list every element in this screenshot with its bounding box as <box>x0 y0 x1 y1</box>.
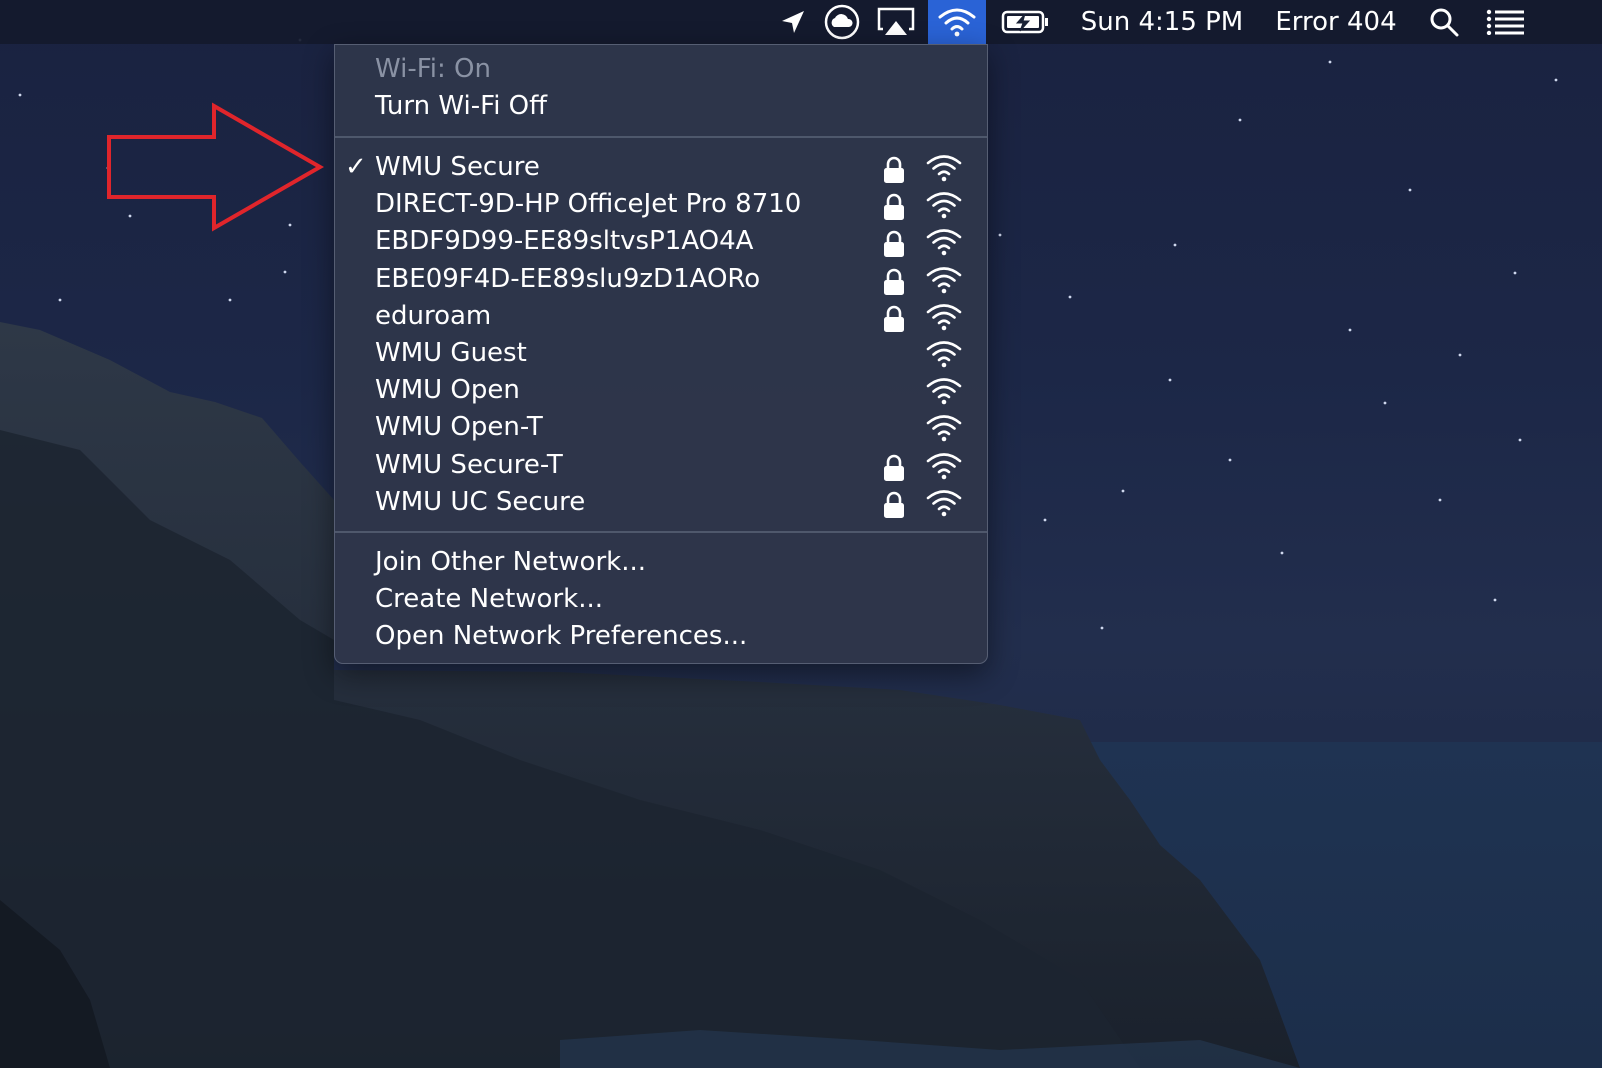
network-name-label: WMU UC Secure <box>375 486 586 517</box>
open-network-preferences-label: Open Network Preferences... <box>375 621 748 651</box>
turn-wifi-off-item[interactable]: Turn Wi-Fi Off <box>335 88 987 125</box>
network-item[interactable]: ✓ WMU Secure <box>335 149 987 186</box>
lock-icon <box>883 305 905 337</box>
wifi-status-label: Wi-Fi: On <box>375 54 491 84</box>
lock-icon <box>883 268 905 300</box>
clock[interactable]: Sun 4:15 PM <box>1076 0 1248 44</box>
network-name-label: EBDF9D99-EE89sltvsP1AO4A <box>375 226 754 257</box>
wifi-signal-icon <box>925 489 963 521</box>
network-name-label: EBE09F4D-EE89slu9zD1AORo <box>375 263 761 294</box>
lock-icon <box>883 491 905 523</box>
wifi-status-item: Wi-Fi: On <box>335 51 987 88</box>
wifi-signal-icon <box>925 154 963 186</box>
join-other-network-label: Join Other Network... <box>375 547 646 577</box>
network-name-label: WMU Open-T <box>375 412 543 443</box>
wifi-icon[interactable] <box>928 0 986 44</box>
join-other-network-item[interactable]: Join Other Network... <box>335 544 987 581</box>
cloud-sync-icon[interactable] <box>822 0 862 44</box>
network-name-label: WMU Secure-T <box>375 449 563 480</box>
network-name-label: WMU Secure <box>375 152 540 182</box>
network-item[interactable]: EBE09F4D-EE89slu9zD1AORo <box>335 261 987 298</box>
network-item[interactable]: WMU Secure-T <box>335 447 987 484</box>
network-item[interactable]: WMU Guest <box>335 335 987 372</box>
create-network-item[interactable]: Create Network... <box>335 581 987 618</box>
wifi-signal-icon <box>925 340 963 372</box>
open-network-preferences-item[interactable]: Open Network Preferences... <box>335 618 987 655</box>
wifi-signal-icon <box>925 191 963 223</box>
network-item[interactable]: WMU Open <box>335 372 987 409</box>
wifi-signal-icon <box>925 377 963 409</box>
network-item[interactable]: EBDF9D99-EE89sltvsP1AO4A <box>335 223 987 260</box>
network-item[interactable]: WMU UC Secure <box>335 484 987 521</box>
checkmark-icon: ✓ <box>345 152 367 182</box>
network-item[interactable]: WMU Open-T <box>335 409 987 446</box>
lock-icon <box>883 454 905 486</box>
create-network-label: Create Network... <box>375 584 604 614</box>
network-name-label: DIRECT-9D-HP OfficeJet Pro 8710 <box>375 189 802 220</box>
location-arrow-icon[interactable] <box>776 0 810 44</box>
network-item[interactable]: eduroam <box>335 298 987 335</box>
user-menu[interactable]: Error 404 <box>1266 0 1406 44</box>
user-name-label: Error 404 <box>1275 7 1397 37</box>
red-arrow-annotation <box>107 102 325 232</box>
wifi-signal-icon <box>925 266 963 298</box>
wifi-signal-icon <box>925 303 963 335</box>
clock-label: Sun 4:15 PM <box>1080 7 1244 37</box>
network-item[interactable]: DIRECT-9D-HP OfficeJet Pro 8710 <box>335 186 987 223</box>
lock-icon <box>883 156 905 188</box>
wifi-signal-icon <box>925 452 963 484</box>
lock-icon <box>883 230 905 262</box>
turn-wifi-off-label: Turn Wi-Fi Off <box>375 91 548 121</box>
notification-center-list-icon[interactable] <box>1482 0 1530 44</box>
wifi-signal-icon <box>925 228 963 260</box>
lock-icon <box>883 193 905 225</box>
search-icon[interactable] <box>1424 0 1464 44</box>
menu-separator <box>335 531 987 533</box>
network-name-label: WMU Guest <box>375 338 527 368</box>
wifi-dropdown-menu: Wi-Fi: On Turn Wi-Fi Off ✓ WMU Secure DIRE… <box>334 44 988 664</box>
network-name-label: eduroam <box>375 300 492 331</box>
menu-bar: Sun 4:15 PM Error 404 <box>0 0 1602 44</box>
network-name-label: WMU Open <box>375 375 520 406</box>
battery-charging-icon[interactable] <box>998 0 1052 44</box>
wifi-signal-icon <box>925 414 963 446</box>
menu-separator <box>335 136 987 138</box>
airplay-icon[interactable] <box>876 0 916 44</box>
